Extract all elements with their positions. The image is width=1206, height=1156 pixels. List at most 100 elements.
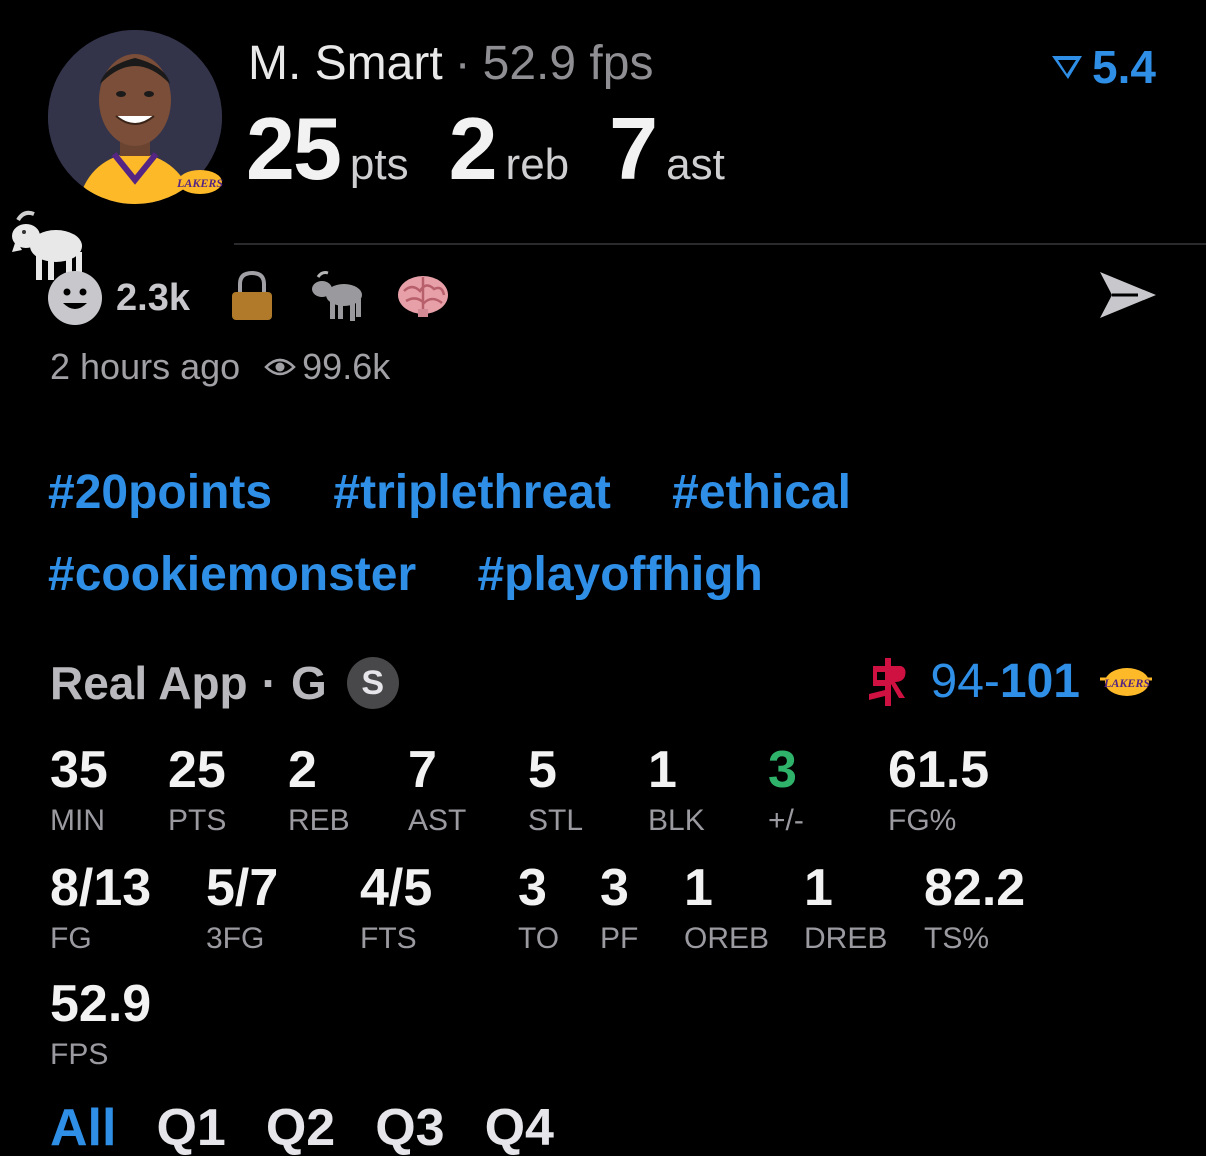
hashtag-list: #20points #triplethreat #ethical #cookie… <box>48 452 1158 616</box>
stat-fg: 8/13 FG <box>50 860 151 956</box>
hashtag[interactable]: #playoffhigh <box>477 534 762 616</box>
stat-stl: 5 STL <box>528 742 583 838</box>
stat-value: 52.9 <box>50 975 152 1033</box>
hashtag[interactable]: #triplethreat <box>333 452 610 534</box>
stat-label: BLK <box>648 804 705 837</box>
stat-label: TS% <box>924 922 990 955</box>
headline-ast-value: 7 <box>609 99 658 198</box>
stat-reb: 2 REB <box>288 742 350 838</box>
stat-pts: 25 PTS <box>168 742 226 838</box>
tab-q2[interactable]: Q2 <box>266 1098 335 1156</box>
stat-plus-minus: 3 +/- <box>768 742 804 838</box>
tab-q3[interactable]: Q3 <box>375 1098 444 1156</box>
headline-stat-line: 25 pts 2 reb 7 ast <box>246 98 765 200</box>
reaction-count[interactable]: 2.3k <box>116 277 190 320</box>
stat-value: 1 <box>648 741 677 799</box>
stat-label: FPS <box>50 1038 109 1071</box>
stat-value: 25 <box>168 741 226 799</box>
rating-chevron-icon <box>1052 56 1083 79</box>
lakers-logo-text: LAKERS <box>176 176 223 190</box>
player-fps: 52.9 fps <box>482 37 654 90</box>
stat-ts-pct: 82.2 TS% <box>924 860 1025 956</box>
player-name[interactable]: M. Smart <box>248 37 443 90</box>
headline-pts-unit: pts <box>349 140 409 189</box>
stat-label: PF <box>600 922 639 955</box>
source-label: Real App <box>50 657 248 709</box>
headline-pts-value: 25 <box>246 99 342 198</box>
stat-label: FTS <box>360 922 417 955</box>
stat-value: 3 <box>600 859 629 917</box>
hashtag[interactable]: #ethical <box>672 452 851 534</box>
stat-fps: 52.9 FPS <box>50 976 151 1072</box>
game-score[interactable]: 94-101 LAKERS <box>865 654 1156 709</box>
send-icon <box>1100 272 1156 318</box>
stat-fg-pct: 61.5 FG% <box>888 742 989 838</box>
stat-min: 35 MIN <box>50 742 108 838</box>
lakers-logo-icon: LAKERS <box>1100 667 1152 696</box>
tab-q4[interactable]: Q4 <box>485 1098 554 1156</box>
stat-pf: 3 PF <box>600 860 638 956</box>
position-label: G <box>290 657 327 709</box>
rating-badge[interactable]: 5.4 <box>1050 40 1156 94</box>
stat-value: 1 <box>804 859 833 917</box>
game-separator: · <box>261 657 277 709</box>
stat-label: FG% <box>888 804 957 837</box>
view-count: 99.6k <box>302 346 391 387</box>
stat-value: 35 <box>50 741 108 799</box>
starter-badge: S <box>346 657 399 709</box>
stat-label: REB <box>288 804 350 837</box>
stat-value: 61.5 <box>888 741 990 799</box>
stat-oreb: 1 OREB <box>684 860 769 956</box>
score-dash: - <box>983 655 1000 708</box>
lakers-logo-small: LAKERS <box>170 168 230 196</box>
post-meta: 2 hours ago 99.6k <box>50 346 390 388</box>
rockets-logo-icon <box>868 657 906 706</box>
stat-label: OREB <box>684 922 770 955</box>
header-divider <box>234 243 1206 245</box>
stat-dreb: 1 DREB <box>804 860 887 956</box>
goat-reaction-icon[interactable] <box>308 269 364 328</box>
stat-3fg: 5/7 3FG <box>206 860 278 956</box>
stat-label: MIN <box>50 804 105 837</box>
lakers-logo-label: LAKERS <box>1103 676 1150 690</box>
stat-blk: 1 BLK <box>648 742 705 838</box>
send-button[interactable] <box>1098 268 1158 322</box>
stat-value: 5/7 <box>206 859 279 917</box>
eye-icon <box>264 358 296 376</box>
brain-icon[interactable] <box>396 273 450 324</box>
reactions-bar: 2.3k <box>48 270 450 326</box>
stat-label: STL <box>528 804 584 837</box>
stat-label: PTS <box>168 804 227 837</box>
stat-label: DREB <box>804 922 888 955</box>
hashtag[interactable]: #cookiemonster <box>48 534 416 616</box>
stat-value: 4/5 <box>360 859 433 917</box>
stat-label: AST <box>408 804 467 837</box>
rating-value: 5.4 <box>1092 41 1156 93</box>
stat-value: 1 <box>684 859 713 917</box>
stat-label: 3FG <box>206 922 265 955</box>
stat-label: +/- <box>768 804 804 837</box>
stat-fts: 4/5 FTS <box>360 860 432 956</box>
home-score: 101 <box>999 655 1080 708</box>
tab-q1[interactable]: Q1 <box>156 1098 225 1156</box>
stat-value: 82.2 <box>924 859 1026 917</box>
stat-label: FG <box>50 922 92 955</box>
game-info: Real App · G S <box>50 656 399 710</box>
headline-ast-unit: ast <box>666 140 725 189</box>
tab-all[interactable]: All <box>50 1098 116 1156</box>
stat-value: 8/13 <box>50 859 152 917</box>
away-score: 94 <box>930 655 984 708</box>
stat-ast: 7 AST <box>408 742 466 838</box>
lock-icon[interactable] <box>230 270 274 327</box>
quarter-tabs: All Q1 Q2 Q3 Q4 <box>50 1098 554 1156</box>
stat-label: TO <box>518 922 560 955</box>
stat-value: 7 <box>408 741 437 799</box>
stat-to: 3 TO <box>518 860 559 956</box>
stat-value: 3 <box>768 741 797 799</box>
hashtag[interactable]: #20points <box>48 452 272 534</box>
stat-value: 2 <box>288 741 317 799</box>
headline-reb-value: 2 <box>448 99 498 198</box>
smiley-face-icon[interactable] <box>48 271 102 325</box>
stat-value: 5 <box>528 741 557 799</box>
player-name-line: M. Smart · 52.9 fps <box>248 36 653 91</box>
